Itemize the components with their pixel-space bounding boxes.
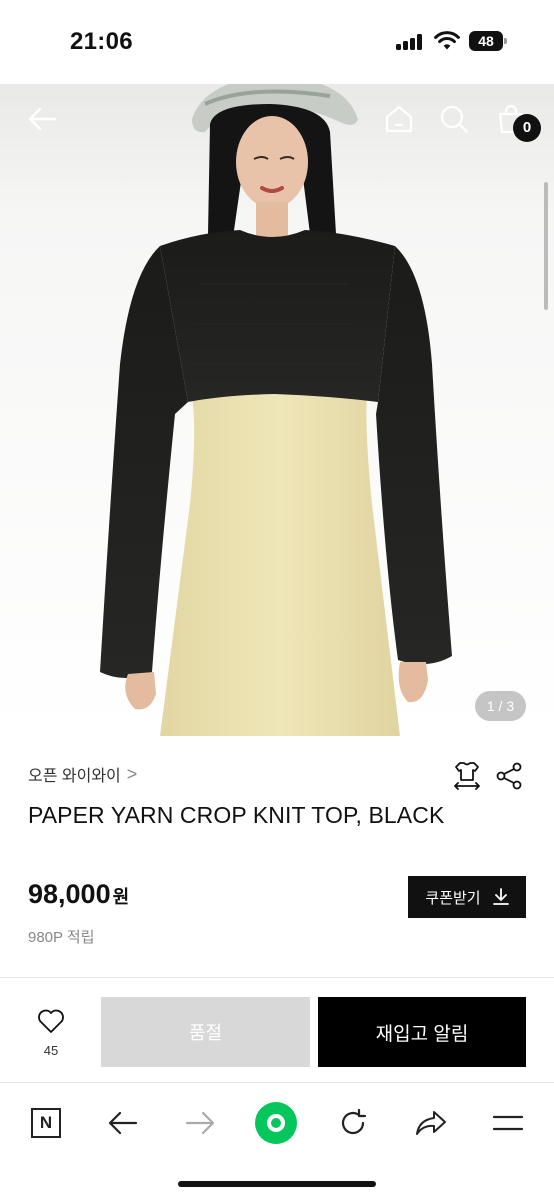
coupon-label: 쿠폰받기: [425, 889, 481, 907]
wifi-icon: [434, 31, 460, 50]
naver-n-label: N: [31, 1108, 61, 1138]
search-icon[interactable]: [437, 102, 471, 136]
price-value: 98,000: [28, 879, 111, 909]
chevron-right-icon: >: [126, 763, 138, 784]
gallery-page-counter: 1 / 3: [475, 691, 526, 721]
price-unit: 원: [112, 887, 130, 907]
share-icon[interactable]: [495, 762, 523, 790]
wish-count: 45: [43, 1043, 59, 1058]
scroll-indicator: [544, 182, 548, 310]
wishlist-button[interactable]: 45: [30, 1008, 72, 1058]
home-indicator: [178, 1181, 376, 1187]
product-header-nav: [0, 84, 554, 154]
forward-icon[interactable]: [178, 1101, 222, 1145]
menu-icon[interactable]: [486, 1101, 530, 1145]
status-bar: 21:06 48: [0, 0, 554, 84]
brand-name: 오픈 와이와이: [28, 768, 121, 785]
back-icon[interactable]: [101, 1101, 145, 1145]
cellular-signal-icon: [396, 34, 424, 50]
soldout-button[interactable]: 품절: [101, 997, 310, 1067]
restock-alert-button[interactable]: 재입고 알림: [318, 997, 526, 1067]
back-arrow-icon[interactable]: [25, 102, 59, 136]
heart-icon: [38, 1009, 64, 1033]
price-row: 98,000 원: [28, 879, 129, 910]
cart-count-badge: 0: [513, 114, 541, 142]
refresh-icon[interactable]: [331, 1101, 375, 1145]
share-arrow-icon[interactable]: [409, 1101, 453, 1145]
download-icon: [492, 888, 509, 905]
battery-icon: 48: [469, 31, 507, 51]
size-guide-icon[interactable]: [452, 760, 482, 790]
status-time: 21:06: [70, 28, 133, 55]
green-dot-icon[interactable]: [254, 1101, 298, 1145]
divider: [0, 977, 554, 978]
battery-level: 48: [469, 31, 503, 51]
home-icon[interactable]: [382, 102, 416, 136]
product-name: PAPER YARN CROP KNIT TOP, BLACK: [28, 802, 445, 828]
product-image-gallery[interactable]: [0, 84, 554, 736]
coupon-download-button[interactable]: 쿠폰받기: [408, 876, 526, 918]
brand-link[interactable]: 오픈 와이와이 >: [28, 762, 137, 786]
reward-points: 980P 적립: [28, 929, 95, 946]
product-photo: [0, 84, 554, 736]
naver-n-icon[interactable]: N: [24, 1101, 68, 1145]
